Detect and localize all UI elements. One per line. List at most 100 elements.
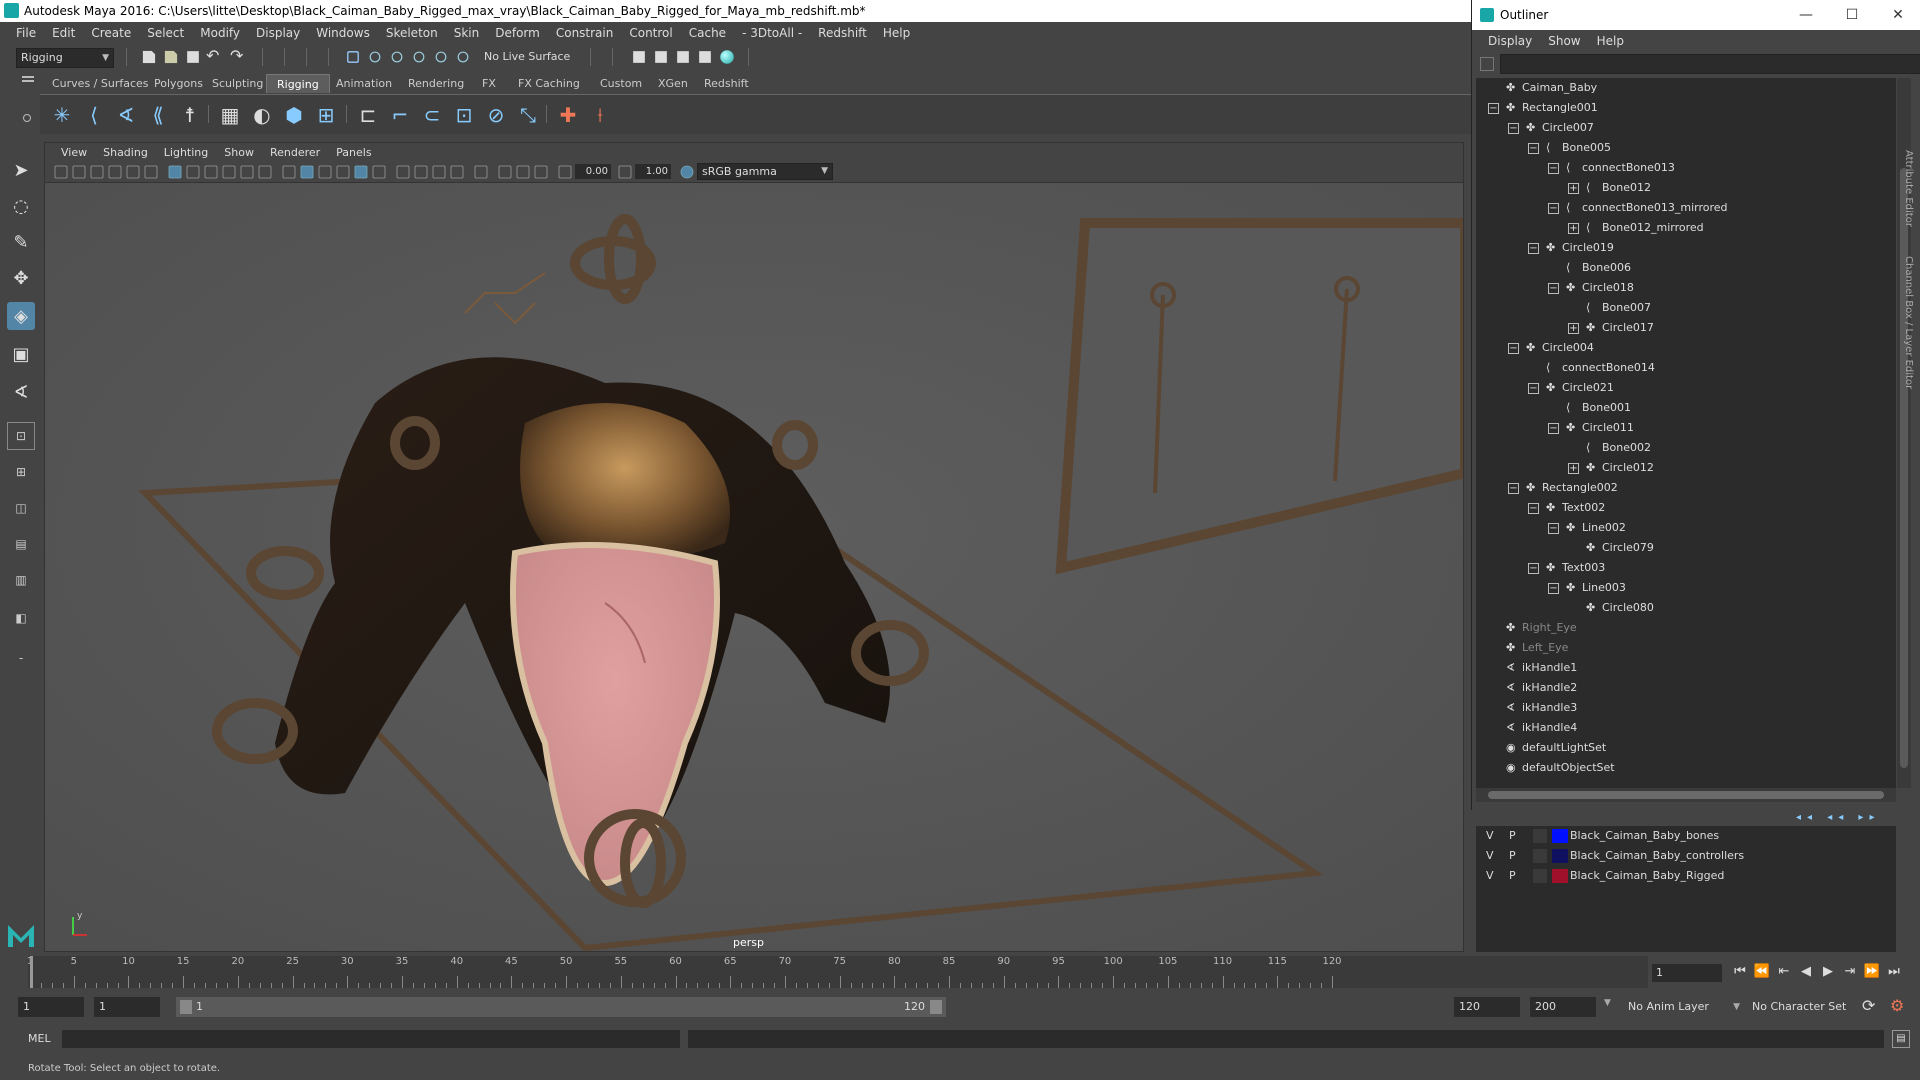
snap-grid-icon[interactable] <box>369 51 381 63</box>
paint-select-icon[interactable]: ✎ <box>7 228 35 256</box>
channel-box-tab[interactable]: Channel Box / Layer Editor <box>1903 256 1914 389</box>
four-pane-layout-icon[interactable]: ⊞ <box>7 458 35 486</box>
attribute-editor-tab[interactable]: Attribute Editor <box>1903 150 1914 227</box>
shelf-tab-fx[interactable]: FX <box>472 74 506 93</box>
scrollbar-thumb[interactable] <box>1488 791 1884 799</box>
select-camera-icon[interactable] <box>54 165 68 179</box>
field-chart-icon[interactable] <box>240 165 254 179</box>
last-tool-icon[interactable]: ∢ <box>7 378 35 406</box>
menu-display[interactable]: Display <box>248 26 308 40</box>
image-plane-icon[interactable] <box>108 165 122 179</box>
auto-key-icon[interactable]: ⟳ <box>1862 996 1875 1015</box>
play-forwards-icon[interactable]: ▶ <box>1818 962 1838 982</box>
outliner-item[interactable]: − ✤ Circle019 <box>1476 238 1896 258</box>
outliner-item[interactable]: ✤ Right_Eye <box>1476 618 1896 638</box>
orient-constraint-icon[interactable]: ⊂ <box>418 101 446 129</box>
rotate-tool-icon[interactable]: ◈ <box>7 302 35 330</box>
screen-space-ao-icon[interactable] <box>396 165 410 179</box>
bookmark-icon[interactable] <box>90 165 104 179</box>
collapse-icon[interactable]: − <box>1508 483 1519 494</box>
collapse-icon[interactable]: − <box>1528 243 1539 254</box>
gate-mask-icon[interactable] <box>222 165 236 179</box>
outliner-item[interactable]: + ✤ Circle012 <box>1476 458 1896 478</box>
xray-joints-icon[interactable] <box>516 165 530 179</box>
script-editor-icon[interactable]: ▤ <box>1892 1030 1910 1048</box>
scale-constraint-icon[interactable]: ⊡ <box>450 101 478 129</box>
layer-visibility-toggle[interactable]: V <box>1486 846 1494 866</box>
live-surface-label[interactable]: No Live Surface <box>484 50 570 63</box>
menu-select[interactable]: Select <box>139 26 192 40</box>
menu-set-dropdown[interactable]: Rigging ▼ <box>16 48 114 68</box>
command-input[interactable] <box>62 1030 680 1048</box>
backface-culling-icon[interactable] <box>534 165 548 179</box>
xray-icon[interactable] <box>498 165 512 179</box>
collapse-icon[interactable]: − <box>1528 563 1539 574</box>
menu-3dtoall[interactable]: - 3DtoAll - <box>734 26 810 40</box>
motion-blur-icon[interactable] <box>414 165 428 179</box>
outliner-item[interactable]: ✤ Left_Eye <box>1476 638 1896 658</box>
character-set-dropdown[interactable]: No Character Set <box>1752 997 1864 1017</box>
outliner-item[interactable]: ⟨ connectBone014 <box>1476 358 1896 378</box>
render-current-icon[interactable] <box>655 51 667 63</box>
cluster-icon[interactable]: ⊞ <box>312 101 340 129</box>
display-layer-row[interactable]: V P Black_Caiman_Baby_Rigged <box>1476 866 1896 886</box>
redshift-light-icon[interactable]: ✚ <box>554 101 582 129</box>
layer-color-swatch[interactable] <box>1552 849 1568 863</box>
exposure-icon[interactable] <box>558 165 572 179</box>
collapse-icon[interactable]: − <box>1528 383 1539 394</box>
filter-icon[interactable] <box>1480 57 1494 71</box>
outliner-item[interactable]: ◉ defaultObjectSet <box>1476 758 1896 778</box>
outliner-item[interactable]: − ✤ Text002 <box>1476 498 1896 518</box>
expand-icon[interactable]: + <box>1568 323 1579 334</box>
shelf-options-icon[interactable] <box>23 114 31 122</box>
outliner-item[interactable]: − ✤ Circle004 <box>1476 338 1896 358</box>
outliner-item[interactable]: + ⟨ Bone012 <box>1476 178 1896 198</box>
layer-display-type-toggle[interactable] <box>1533 849 1547 863</box>
outliner-item[interactable]: ◉ defaultLightSet <box>1476 738 1896 758</box>
go-to-start-icon[interactable]: ⏮ <box>1730 962 1750 982</box>
range-start-handle[interactable] <box>180 1000 192 1014</box>
display-layer-row[interactable]: V P Black_Caiman_Baby_controllers <box>1476 846 1896 866</box>
command-language-label[interactable]: MEL <box>28 1032 51 1045</box>
outliner-item[interactable]: − ⟨ Bone005 <box>1476 138 1896 158</box>
layer-playback-toggle[interactable]: P <box>1509 866 1516 886</box>
grid-toggle-icon[interactable] <box>168 165 182 179</box>
hypershade-layout-icon[interactable]: ◧ <box>7 604 35 632</box>
viewport-menu-view[interactable]: View <box>53 146 95 159</box>
outliner-item[interactable]: − ✤ Circle018 <box>1476 278 1896 298</box>
menu-constrain[interactable]: Constrain <box>548 26 622 40</box>
parent-constraint-icon[interactable]: ⊏ <box>354 101 382 129</box>
collapse-icon[interactable]: − <box>1528 503 1539 514</box>
paint-weights-icon[interactable]: ◐ <box>248 101 276 129</box>
resolution-gate-icon[interactable] <box>204 165 218 179</box>
display-layer-row[interactable]: V P Black_Caiman_Baby_bones <box>1476 826 1896 846</box>
shelf-tab-sculpting[interactable]: Sculpting <box>202 74 273 93</box>
lattice-icon[interactable]: ⬢ <box>280 101 308 129</box>
redshift-options-icon[interactable]: ⟊ <box>586 101 614 129</box>
outliner-item[interactable]: ⟨ Bone002 <box>1476 438 1896 458</box>
shelf-tab-redshift[interactable]: Redshift <box>694 74 759 93</box>
playback-end-field[interactable]: 120 <box>1454 997 1520 1017</box>
save-scene-icon[interactable] <box>187 51 199 63</box>
collapse-icon[interactable]: − <box>1548 163 1559 174</box>
step-forward-frame-icon[interactable]: ⏩ <box>1862 962 1882 982</box>
locator-icon[interactable]: ✳ <box>48 101 76 129</box>
outliner-item[interactable]: − ⟨ connectBone013_mirrored <box>1476 198 1896 218</box>
collapse-icon[interactable]: − <box>1508 343 1519 354</box>
pole-vector-icon[interactable]: ⤡ <box>514 101 542 129</box>
outliner-item[interactable]: − ✤ Rectangle001 <box>1476 98 1896 118</box>
textured-icon[interactable] <box>336 165 350 179</box>
view-transform-dropdown[interactable]: sRGB gamma ▼ <box>697 163 833 180</box>
wireframe-icon[interactable] <box>282 165 296 179</box>
side-by-side-layout-icon[interactable]: ◫ <box>7 494 35 522</box>
outliner-item[interactable]: − ✤ Circle021 <box>1476 378 1896 398</box>
depth-of-field-icon[interactable] <box>450 165 464 179</box>
select-hierarchy-icon[interactable] <box>347 51 359 63</box>
outliner-item[interactable]: − ✤ Text003 <box>1476 558 1896 578</box>
outliner-item[interactable]: ∢ ikHandle1 <box>1476 658 1896 678</box>
current-frame-field[interactable]: 1 <box>1652 964 1722 982</box>
undo-icon[interactable]: ↶ <box>206 46 219 65</box>
collapse-icon[interactable]: − <box>1548 583 1559 594</box>
3d-scene[interactable]: y <box>45 183 1464 952</box>
layer-display-type-toggle[interactable] <box>1533 829 1547 843</box>
